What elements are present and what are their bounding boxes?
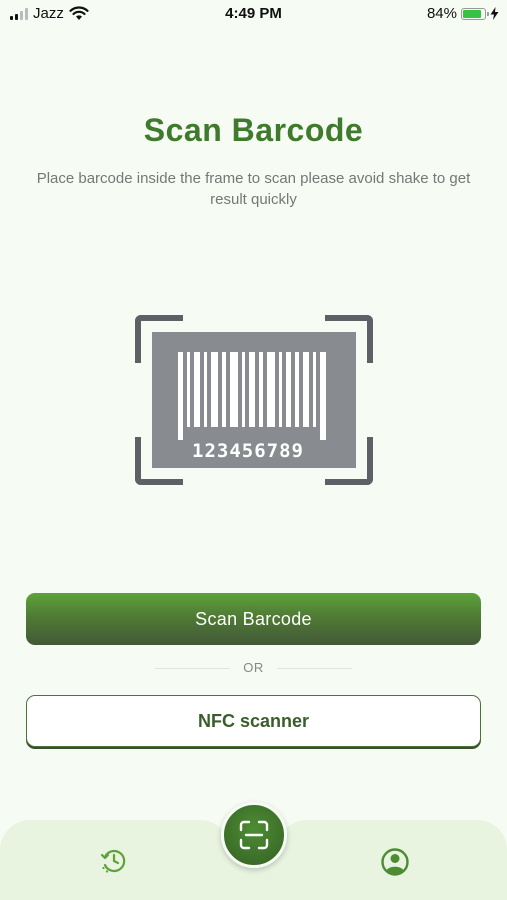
barcode-bar: [187, 352, 190, 427]
barcode-bar: [295, 352, 299, 427]
barcode-bar: [211, 352, 218, 427]
scan-icon: [239, 820, 269, 850]
barcode-bars: [178, 352, 328, 440]
charging-icon: [490, 7, 499, 20]
barcode-bar: [313, 352, 316, 427]
nfc-scanner-button[interactable]: NFC scanner: [26, 695, 481, 747]
profile-icon[interactable]: [380, 847, 410, 877]
barcode-bar: [259, 352, 263, 427]
status-bar: Jazz 4:49 PM 84%: [0, 0, 507, 28]
battery-icon: [461, 7, 489, 20]
barcode-bar: [230, 352, 238, 427]
barcode-bar: [267, 352, 275, 427]
barcode-bar: [320, 352, 326, 440]
barcode-bar: [286, 352, 291, 427]
bottom-nav: [0, 802, 507, 900]
page-title: Scan Barcode: [143, 112, 364, 148]
barcode-bar: [204, 352, 207, 427]
barcode-bar: [249, 352, 255, 427]
barcode-bar: [194, 352, 200, 427]
history-icon[interactable]: [99, 846, 129, 876]
barcode-digits: 123456789: [192, 440, 304, 462]
scan-barcode-button[interactable]: Scan Barcode: [26, 593, 481, 645]
or-label: OR: [243, 660, 264, 675]
or-divider: OR: [0, 660, 507, 676]
page-subtitle: Place barcode inside the frame to scan p…: [36, 170, 471, 208]
barcode-bar: [178, 352, 183, 440]
barcode-bar: [242, 352, 245, 427]
status-right: 84%: [427, 5, 499, 22]
barcode-bar: [303, 352, 309, 427]
battery-percent: 84%: [426, 5, 457, 22]
scanner-frame: 123456789: [135, 315, 373, 485]
barcode-illustration: 123456789: [152, 332, 356, 468]
barcode-bar: [279, 352, 282, 427]
barcode-bar: [222, 352, 226, 427]
scan-nav-button[interactable]: [221, 802, 287, 868]
